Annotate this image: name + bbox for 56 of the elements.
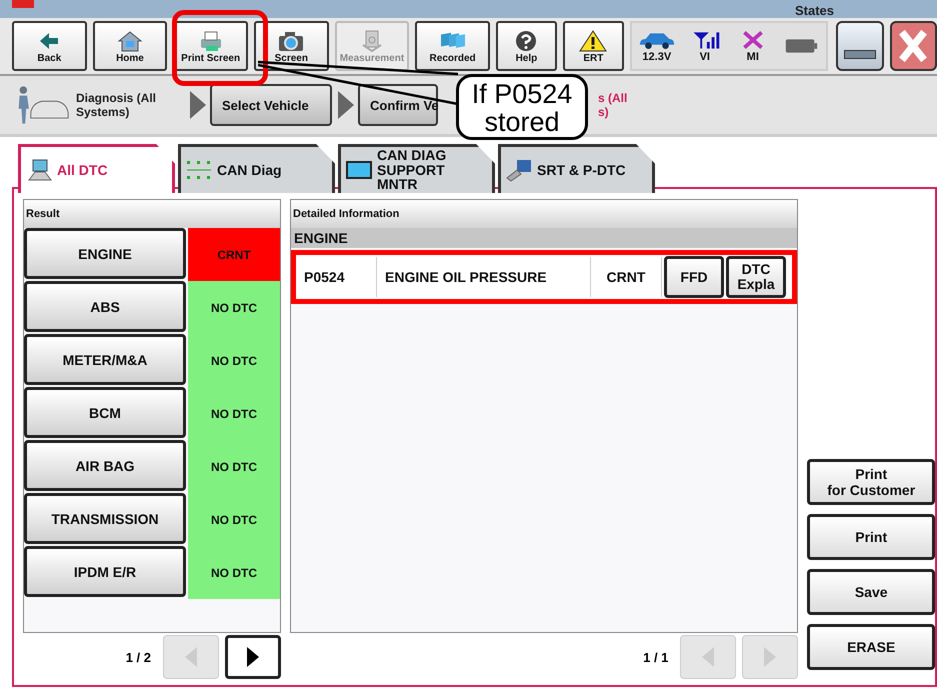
toolbar-button[interactable]: ERT [562,21,624,71]
network-icon [185,158,213,182]
system-button[interactable]: AIR BAG [24,440,186,491]
page-number: 1 / 2 [126,650,151,664]
dtc-button[interactable]: DTC Expla [726,256,786,298]
toolbar-button[interactable]: Help [496,21,557,71]
breadcrumb-title: Diagnosis (All Systems) [76,91,158,119]
system-button[interactable]: BCM [24,387,186,438]
status-cell: NO DTC [188,546,280,599]
toolbar-button[interactable]: Back [12,21,87,71]
status-cell: NO DTC [188,493,280,546]
next-page-button[interactable] [225,635,281,679]
section-title: ENGINE [294,230,348,246]
status-cell: NO DTC [188,281,280,334]
tab[interactable]: SRT & P-DTC [498,144,655,193]
dtc-code: P0524 [296,257,377,297]
system-button[interactable]: IPDM E/R [24,546,186,597]
breadcrumb-step[interactable]: Select Vehicle [210,84,332,126]
dtc-button[interactable]: FFD [664,256,724,298]
tab[interactable]: CAN DIAG SUPPORT MNTR [338,144,495,193]
step-arrow-icon [190,91,206,119]
breadcrumb-current: s (All s) [598,91,628,119]
close-button[interactable] [890,21,937,71]
action-button[interactable]: Print [807,514,935,560]
panel-title: Detailed Information [293,208,400,220]
logo-icon [12,0,34,8]
status-cell: NO DTC [188,334,280,387]
dtc-status: CRNT [591,257,662,297]
annotation-tooltip: If P0524 stored [456,74,588,140]
minimize-button[interactable] [836,21,884,71]
action-button[interactable]: Save [807,569,935,615]
scan-tool-icon [505,158,533,182]
action-button[interactable]: Print for Customer [807,459,935,505]
page-number: 1 / 1 [643,650,668,664]
computer-icon [25,158,53,182]
panel-title: Result [26,208,60,220]
system-button[interactable]: METER/M&A [24,334,186,385]
status-cell: NO DTC [188,440,280,493]
status-cell: CRNT [188,228,280,281]
action-button[interactable]: ERASE [807,624,935,670]
dtc-description: ENGINE OIL PRESSURE [377,257,591,297]
system-button[interactable]: TRANSMISSION [24,493,186,544]
system-button[interactable]: ENGINE [24,228,186,279]
toolbar-button[interactable]: Recorded [415,21,490,71]
state-label: VI [700,51,710,63]
state-label: MI [746,51,759,63]
can-icon [345,158,373,182]
state-label: 12.3V [642,51,672,63]
warning-icon [578,28,608,52]
step-arrow-icon [338,91,354,119]
status-cell: NO DTC [188,387,280,440]
system-button[interactable]: ABS [24,281,186,332]
toolbar-button[interactable]: Home [92,21,168,71]
states-label: States [795,3,834,18]
tab[interactable]: CAN Diag [178,144,335,193]
tab[interactable]: All DTC [18,144,175,193]
